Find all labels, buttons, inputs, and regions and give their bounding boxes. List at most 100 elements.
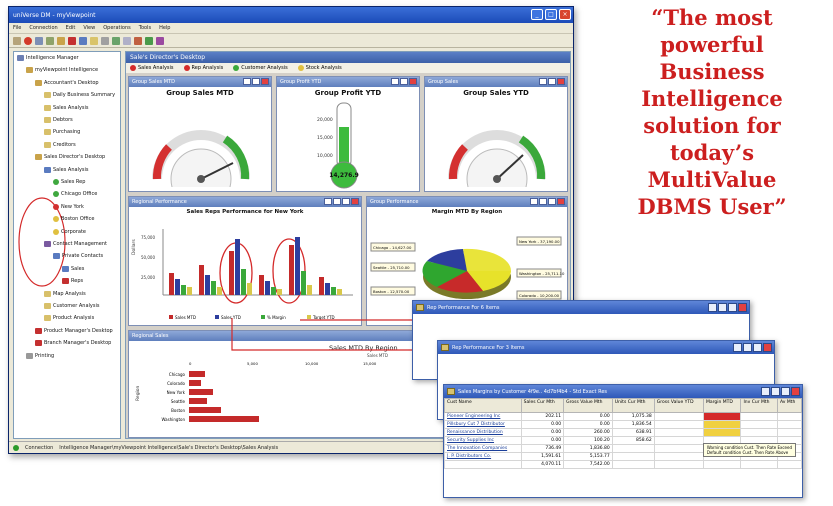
column-header[interactable]: Cust Name	[444, 398, 522, 413]
pane-print-button[interactable]	[324, 198, 332, 205]
tree-item[interactable]: Corporate	[53, 228, 86, 235]
tree-item[interactable]: Daily Business Summary	[44, 92, 115, 99]
column-header[interactable]: Av Mth	[776, 398, 803, 413]
tree-item[interactable]: Debtors	[44, 117, 73, 123]
analysis-tab[interactable]: Sales Analysis	[130, 65, 174, 71]
chart-icon[interactable]	[68, 36, 76, 45]
analysis-tab[interactable]: Stock Analysis	[297, 65, 342, 71]
tree-item[interactable]: New York	[53, 203, 84, 210]
table-row[interactable]: 4,070.11 7,542.00	[444, 460, 803, 469]
column-header[interactable]: Gross Value Mth	[563, 398, 613, 413]
column-header[interactable]: Units Cur Mth	[611, 398, 655, 413]
customer-name-cell[interactable]	[444, 460, 522, 469]
menu-item[interactable]: Operations	[103, 25, 131, 31]
menu-item[interactable]: Help	[159, 25, 170, 31]
copy-icon[interactable]	[123, 36, 131, 45]
analysis-tab[interactable]: Customer Analysis	[233, 65, 288, 71]
pane-max-button[interactable]	[342, 198, 350, 205]
popup-print-button[interactable]	[718, 303, 727, 312]
tree-item[interactable]: Product Analysis	[44, 315, 94, 322]
analysis-tab[interactable]: Rep Analysis	[183, 65, 223, 71]
pane-close-button[interactable]	[557, 198, 565, 205]
column-header[interactable]: Margin MTD	[702, 398, 742, 413]
pane-close-button[interactable]	[351, 198, 359, 205]
settings-icon[interactable]	[101, 36, 109, 45]
pane-close-button[interactable]	[557, 78, 565, 85]
pane-max-button[interactable]	[252, 78, 260, 85]
tree-item[interactable]: Creditors	[44, 141, 76, 148]
menu-item[interactable]: Edit	[66, 25, 76, 31]
tree-item[interactable]: Sales Analysis	[44, 104, 89, 111]
refresh-icon[interactable]	[35, 36, 43, 45]
tree-item[interactable]: Intelligence Manager	[17, 55, 79, 61]
customer-name-cell[interactable]: Security Supplies Inc	[444, 436, 522, 445]
tree-item[interactable]: Sales	[62, 265, 84, 272]
popup-close-button[interactable]	[791, 387, 800, 396]
stop-icon[interactable]	[24, 36, 32, 45]
table-row[interactable]: Pillsbury Cut 7 Distributor 0.00 0.00 1,836…	[444, 420, 803, 429]
tree-item[interactable]: Chicago Office	[53, 191, 97, 198]
column-header[interactable]: Inv Cur Mth	[740, 398, 778, 413]
popup-min-button[interactable]	[728, 303, 737, 312]
tree-item[interactable]: Printing	[26, 352, 54, 359]
filter-icon[interactable]	[90, 36, 98, 45]
pane-print-button[interactable]	[530, 198, 538, 205]
pane-min-button[interactable]	[539, 78, 547, 85]
print-icon[interactable]	[46, 36, 54, 45]
menu-item[interactable]: Connection	[29, 25, 57, 31]
tree-item[interactable]: Purchasing	[44, 129, 80, 136]
column-header[interactable]: Gross Value YTD	[653, 398, 704, 413]
column-header[interactable]: Sales Cur Mth	[520, 398, 565, 413]
tree-item[interactable]: Sales Rep	[53, 179, 85, 185]
pane-min-button[interactable]	[243, 78, 251, 85]
check-icon[interactable]	[145, 36, 153, 45]
tree-item[interactable]: Private Contacts	[53, 253, 103, 260]
popup-filter-button[interactable]	[708, 303, 717, 312]
customer-name-cell[interactable]: Pioneer Engineering Inc	[444, 412, 522, 421]
tree-item[interactable]: Contact Management	[44, 241, 107, 247]
customer-name-cell[interactable]: The Innovation Companies	[444, 444, 522, 453]
pane-max-button[interactable]	[548, 198, 556, 205]
table-row[interactable]: Pioneer Engineering Inc 202.11 0.00 1,075.3…	[444, 412, 803, 421]
customer-name-cell[interactable]: Renaissance Distribution	[444, 428, 522, 437]
popup-close-button[interactable]	[738, 303, 747, 312]
minimize-button[interactable]: _	[531, 9, 543, 20]
tree-item[interactable]: Map Analysis	[44, 290, 86, 297]
tree-item[interactable]: Branch Manager's Desktop	[35, 340, 111, 347]
export-icon[interactable]	[112, 36, 120, 45]
drill-icon[interactable]	[79, 36, 87, 45]
pane-close-button[interactable]	[261, 78, 269, 85]
help-icon[interactable]	[156, 36, 164, 45]
tree-item[interactable]: myViewpoint Intelligence	[26, 67, 98, 74]
tree-item[interactable]: Customer Analysis	[44, 303, 99, 309]
tree-item[interactable]: Accountant's Desktop	[35, 79, 99, 86]
popup-print-button[interactable]	[743, 343, 752, 352]
folder-icon[interactable]	[57, 36, 65, 45]
popup-print-button[interactable]	[771, 387, 780, 396]
pane-min-button[interactable]	[391, 78, 399, 85]
tree-item[interactable]: Boston Office	[53, 216, 94, 223]
tree-item[interactable]: Sales Analysis	[44, 166, 89, 173]
pane-min-button[interactable]	[333, 198, 341, 205]
pane-max-button[interactable]	[548, 78, 556, 85]
popup-filter-button[interactable]	[733, 343, 742, 352]
popup-min-button[interactable]	[781, 387, 790, 396]
customer-name-cell[interactable]: J. P. Distributors Co.	[444, 452, 522, 461]
pane-min-button[interactable]	[539, 198, 547, 205]
delete-icon[interactable]	[134, 36, 142, 45]
open-icon[interactable]	[13, 36, 21, 45]
maximize-button[interactable]: □	[545, 9, 557, 20]
menu-item[interactable]: Tools	[139, 25, 151, 31]
menu-item[interactable]: View	[83, 25, 95, 31]
popup-filter-button[interactable]	[761, 387, 770, 396]
tree-item[interactable]: Sales Director's Desktop	[35, 154, 105, 161]
tree-item[interactable]: Product Manager's Desktop	[35, 327, 113, 334]
customer-name-cell[interactable]: Pillsbury Cut 7 Distributor	[444, 420, 522, 429]
table-row[interactable]: Renaissance Distribution 0.00 260.00 638.91	[444, 428, 803, 437]
popup-close-button[interactable]	[763, 343, 772, 352]
menu-item[interactable]: File	[13, 25, 21, 31]
close-button[interactable]: ×	[559, 9, 571, 20]
popup-min-button[interactable]	[753, 343, 762, 352]
pane-max-button[interactable]	[400, 78, 408, 85]
tree-item[interactable]: Reps	[62, 278, 83, 285]
